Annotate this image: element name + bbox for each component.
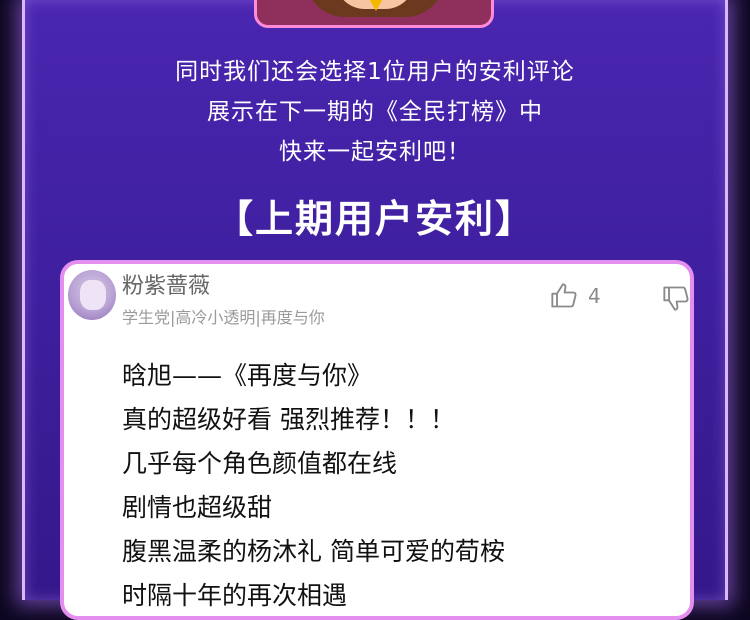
thumbs-down-icon[interactable] — [662, 284, 690, 312]
comment-line-5: 腹黑温柔的杨沐礼 简单可爱的荀桉 — [122, 537, 505, 566]
comment-line-2: 真的超级好看 强烈推荐！！！ — [122, 405, 455, 434]
comment-line-1: 晗旭——《再度与你》 — [122, 361, 373, 390]
intro-line-3: 快来一起安利吧！ — [279, 139, 471, 165]
comment-card: 粉紫蔷薇 学生党|高冷小透明|再度与你 4 晗旭——《再度与你》 真的超级好看 … — [60, 260, 694, 620]
character-avatar-image — [254, 0, 494, 28]
comment-line-4: 剧情也超级甜 — [122, 493, 273, 522]
user-tags: 学生党|高冷小透明|再度与你 — [122, 308, 325, 327]
intro-line-2: 展示在下一期的《全民打榜》中 — [207, 99, 543, 125]
character-beak-shape — [367, 0, 385, 11]
section-title: 【上期用户安利】 — [214, 197, 535, 241]
thumbs-up-icon[interactable] — [550, 282, 578, 310]
username[interactable]: 粉紫蔷薇 — [122, 268, 210, 300]
comment-line-6: 时隔十年的再次相遇 — [122, 581, 348, 610]
intro-line-1: 同时我们还会选择1位用户的安利评论 — [175, 59, 575, 85]
comment-line-3: 几乎每个角色颜值都在线 — [122, 449, 398, 478]
like-count: 4 — [588, 284, 601, 308]
user-avatar[interactable] — [68, 270, 116, 320]
